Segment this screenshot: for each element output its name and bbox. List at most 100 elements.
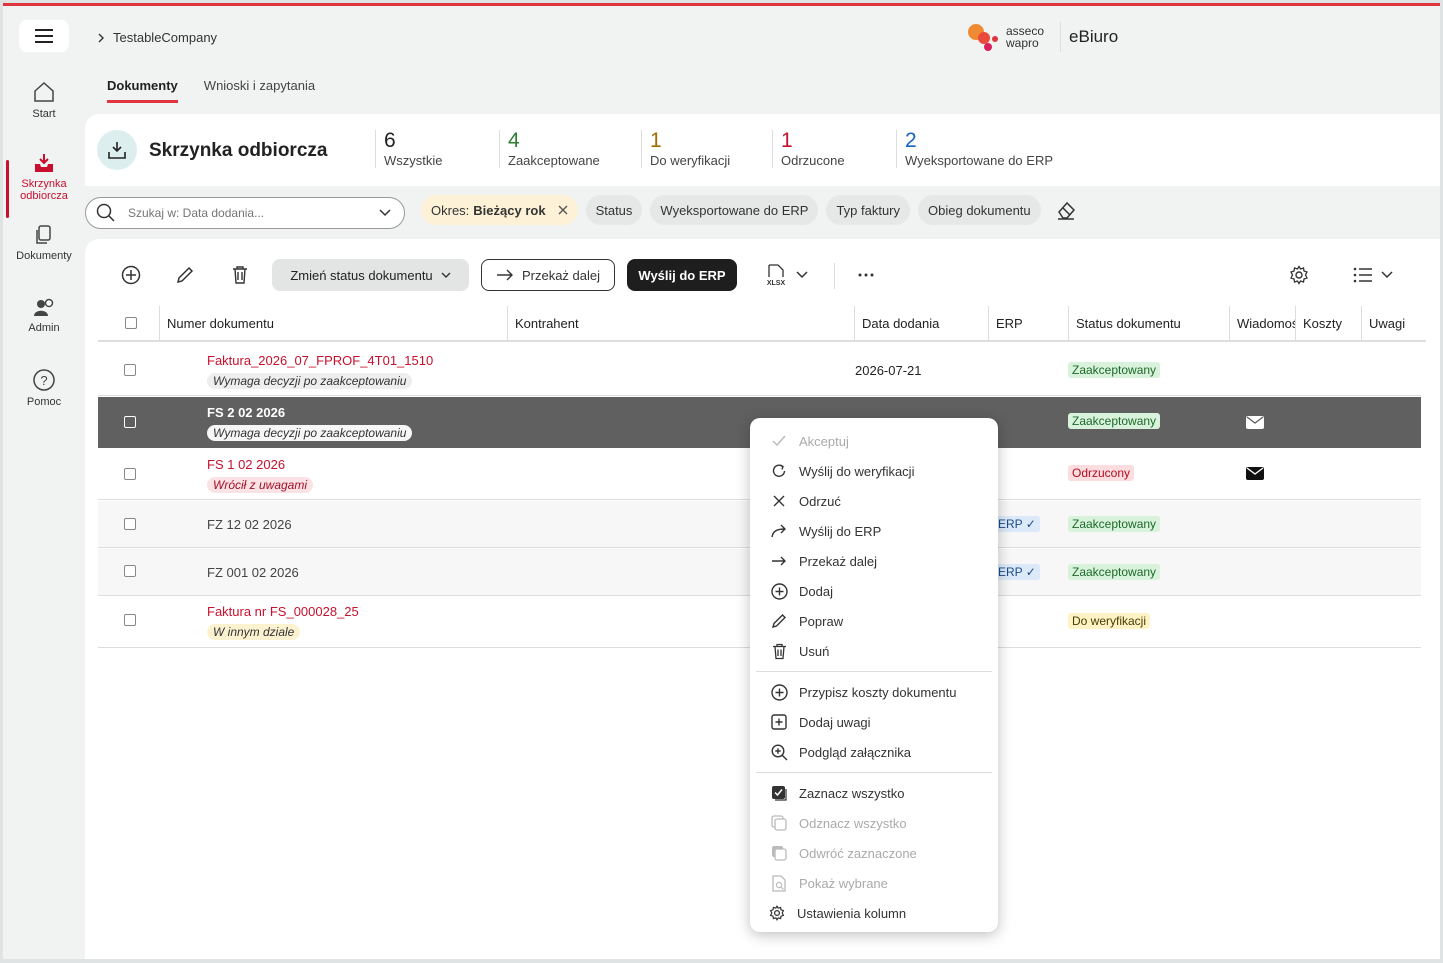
tab-documents[interactable]: Dokumenty (107, 78, 178, 103)
chip-status[interactable]: Status (585, 195, 643, 225)
zoom-in-icon (770, 743, 787, 760)
chip-period[interactable]: Okres: Bieżący rok (421, 195, 578, 225)
row-checkbox[interactable] (124, 416, 136, 428)
row-tag: Wymaga decyzji po zaakceptowaniu (207, 425, 413, 441)
col-messages[interactable]: Wiadomości (1229, 306, 1295, 340)
menu-item-add[interactable]: Dodaj (750, 576, 998, 606)
stat-count: 1 (781, 129, 793, 152)
status-badge: Zaakceptowany (1068, 362, 1161, 378)
help-icon: ? (33, 369, 55, 391)
change-status-button[interactable]: Zmień status dokumentu (272, 259, 469, 291)
row-tag: Wrócił z uwagami (207, 477, 314, 493)
menu-item-preview-attachment[interactable]: Podgląd załącznika (750, 737, 998, 767)
select-all-checkbox[interactable] (125, 317, 137, 329)
inbox-header: Skrzynka odbiorcza 6 Wszystkie 4 Zaakcepto… (85, 114, 1440, 186)
document-number[interactable]: FZ 001 02 2026 (207, 565, 299, 580)
stat-all[interactable]: 6 Wszystkie (375, 130, 443, 168)
more-icon[interactable] (858, 273, 874, 277)
chevron-down-icon (796, 271, 808, 279)
document-number[interactable]: FS 1 02 2026 (207, 457, 285, 472)
search-input[interactable] (128, 206, 368, 220)
send-erp-button[interactable]: Wyślij do ERP (627, 259, 737, 291)
document-number[interactable]: Faktura_2026_07_FPROF_4T01_1510 (207, 353, 433, 368)
col-date[interactable]: Data dodania (854, 306, 988, 340)
inbox-icon (35, 154, 53, 172)
menu-item-accept[interactable]: Akceptuj (750, 426, 998, 456)
asseco-logo-icon (968, 24, 998, 51)
sidebar-item-documents[interactable]: Dokumenty (3, 210, 85, 282)
menu-item-show-selected[interactable]: Pokaż wybrane (750, 868, 998, 898)
tab-requests[interactable]: Wnioski i zapytania (204, 78, 315, 103)
menu-item-select-all[interactable]: Zaznacz wszystko (750, 778, 998, 808)
erp-badge: ERP ✓ (994, 564, 1040, 580)
close-icon[interactable] (558, 205, 568, 215)
menu-item-forward[interactable]: Przekaż dalej (750, 546, 998, 576)
trash-icon (772, 643, 786, 659)
stat-exported[interactable]: 2 Wyeksportowane do ERP (896, 130, 1053, 168)
share-arrow-icon (771, 524, 786, 538)
filter-chips: Okres: Bieżący rok Status Wyeksportowane … (421, 195, 1077, 225)
envelope-icon[interactable] (1245, 415, 1265, 430)
document-number[interactable]: FS 2 02 2026 (207, 405, 285, 420)
document-number[interactable]: Faktura nr FS_000028_25 (207, 604, 359, 619)
col-notes[interactable]: Uwagi (1361, 306, 1426, 340)
menu-button[interactable] (19, 20, 69, 52)
status-badge: Odrzucony (1068, 465, 1135, 481)
app-window: TestableCompany asseco wapro eBiuro Star… (3, 3, 1440, 959)
add-circle-icon[interactable] (121, 265, 141, 285)
tab-bar: Dokumenty Wnioski i zapytania (107, 78, 315, 103)
plus-circle-icon (770, 683, 788, 701)
stat-accepted[interactable]: 4 Zaakceptowane (499, 130, 600, 168)
col-status[interactable]: Status dokumentu (1068, 306, 1229, 340)
forward-button[interactable]: Przekaż dalej (481, 259, 615, 291)
stat-to-verify[interactable]: 1 Do weryfikacji (641, 130, 730, 168)
sidebar-item-start[interactable]: Start (3, 66, 85, 138)
sidebar-item-help[interactable]: ? Pomoc (3, 354, 85, 426)
menu-item-send-erp[interactable]: Wyślij do ERP (750, 516, 998, 546)
export-button[interactable]: XLSX (764, 263, 808, 287)
menu-item-add-notes[interactable]: Dodaj uwagi (750, 707, 998, 737)
toolbar-divider (834, 263, 835, 289)
menu-item-reject[interactable]: Odrzuć (750, 486, 998, 516)
status-badge: Zaakceptowany (1068, 413, 1161, 429)
brand: asseco wapro eBiuro (966, 22, 1118, 52)
gear-icon[interactable] (1289, 265, 1309, 285)
erp-badge: ERP ✓ (994, 516, 1040, 532)
row-checkbox[interactable] (124, 518, 136, 530)
menu-item-invert-selection[interactable]: Odwróć zaznaczone (750, 838, 998, 868)
menu-item-deselect-all[interactable]: Odznacz wszystko (750, 808, 998, 838)
svg-text:XLSX: XLSX (767, 280, 786, 287)
row-checkbox[interactable] (124, 565, 136, 577)
col-erp[interactable]: ERP (988, 306, 1068, 340)
home-icon (34, 81, 54, 102)
chip-invoice-type[interactable]: Typ faktury (826, 195, 911, 225)
table-row[interactable]: Faktura_2026_07_FPROF_4T01_1510 Wymaga d… (98, 344, 1421, 396)
col-number[interactable]: Numer dokumentu (159, 306, 507, 340)
menu-item-assign-costs[interactable]: Przypisz koszty dokumentu (750, 677, 998, 707)
sidebar-item-inbox[interactable]: Skrzynka odbiorcza (3, 138, 85, 218)
menu-item-edit[interactable]: Popraw (750, 606, 998, 636)
menu-item-delete[interactable]: Usuń (750, 636, 998, 666)
view-mode-button[interactable] (1353, 267, 1393, 283)
chevron-down-icon[interactable] (378, 208, 392, 218)
search-box[interactable] (85, 197, 405, 229)
menu-divider (756, 671, 992, 672)
col-contractor[interactable]: Kontrahent (507, 306, 854, 340)
col-costs[interactable]: Koszty (1295, 306, 1361, 340)
status-badge: Zaakceptowany (1068, 516, 1161, 532)
breadcrumb[interactable]: TestableCompany (97, 30, 217, 45)
trash-icon[interactable] (231, 265, 249, 285)
document-number[interactable]: FZ 12 02 2026 (207, 517, 292, 532)
row-checkbox[interactable] (124, 364, 136, 376)
menu-item-column-settings[interactable]: Ustawienia kolumn (750, 898, 998, 928)
row-checkbox[interactable] (124, 614, 136, 626)
eraser-icon[interactable] (1055, 199, 1077, 221)
chip-exported-erp[interactable]: Wyeksportowane do ERP (650, 195, 819, 225)
menu-item-send-verify[interactable]: Wyślij do weryfikacji (750, 456, 998, 486)
stat-rejected[interactable]: 1 Odrzucone (772, 130, 845, 168)
envelope-icon[interactable] (1245, 466, 1265, 481)
row-checkbox[interactable] (124, 468, 136, 480)
pencil-icon[interactable] (175, 265, 195, 285)
sidebar-item-admin[interactable]: Admin (3, 282, 85, 354)
chip-workflow[interactable]: Obieg dokumentu (918, 195, 1041, 225)
